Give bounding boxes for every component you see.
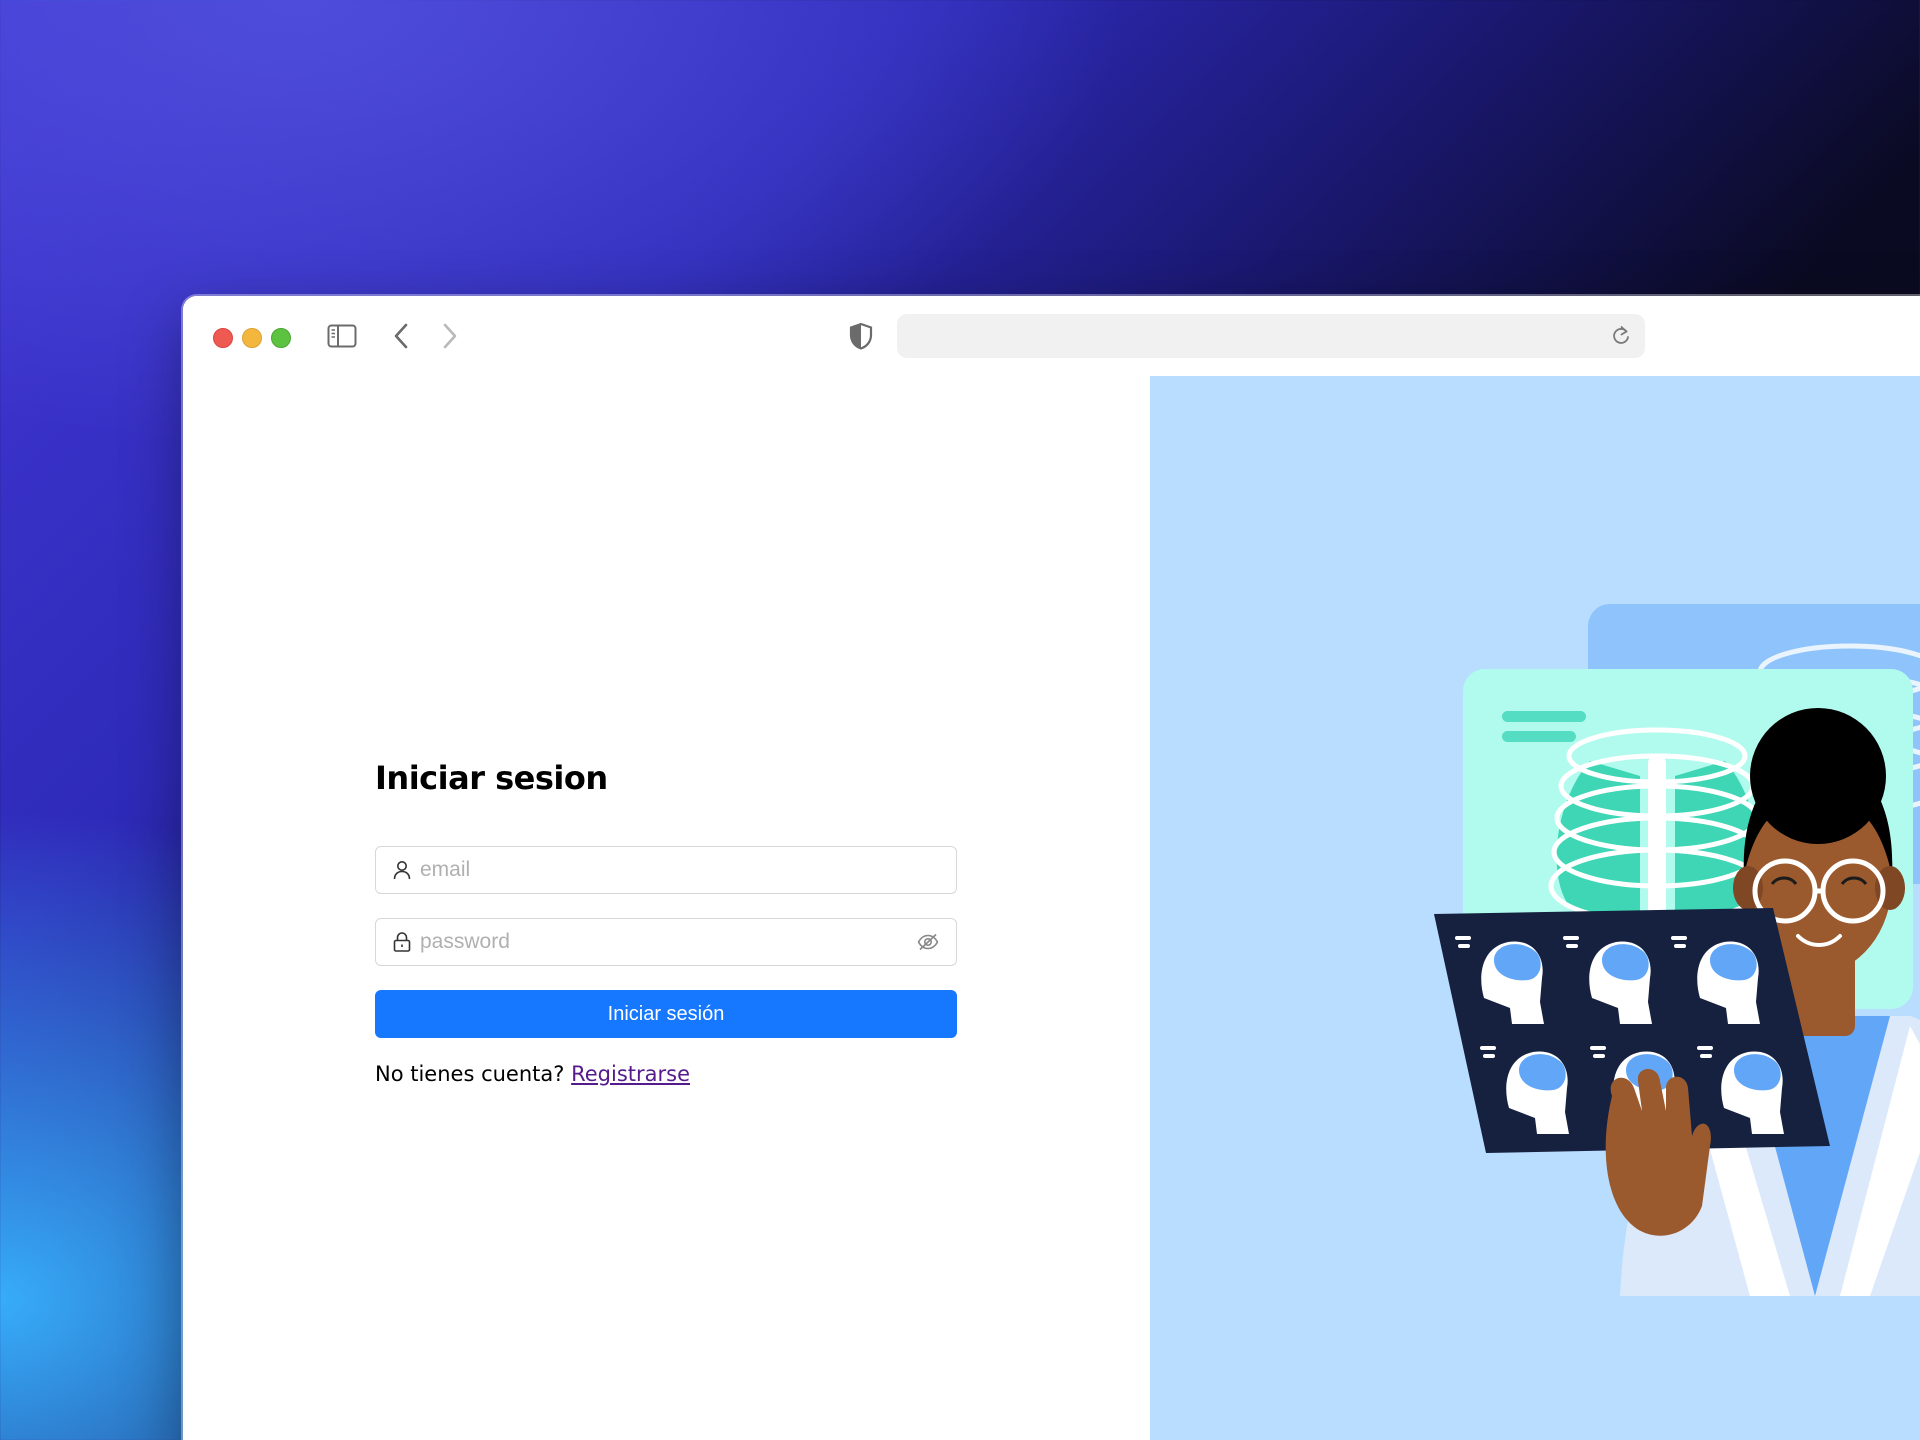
maximize-window-button[interactable] xyxy=(271,328,291,348)
illustration-pane xyxy=(1150,376,1920,1440)
lock-icon xyxy=(392,932,412,952)
reload-icon[interactable] xyxy=(1609,324,1633,348)
signup-prompt: No tienes cuenta? Registrarse xyxy=(375,1060,957,1088)
page-title: Iniciar sesion xyxy=(375,759,608,797)
login-pane: Iniciar sesion email Iniciar sesión No t… xyxy=(183,376,1150,1440)
signup-prompt-text: No tienes cuenta? xyxy=(375,1062,565,1086)
address-bar[interactable] xyxy=(897,314,1645,358)
chevron-right-icon[interactable] xyxy=(436,320,464,352)
page-content: Iniciar sesion email Iniciar sesión No t… xyxy=(183,376,1920,1440)
email-field[interactable] xyxy=(375,846,957,894)
email-input[interactable] xyxy=(420,847,900,893)
doctor-xray-illustration xyxy=(1434,604,1920,1296)
eye-hidden-icon[interactable] xyxy=(916,931,940,953)
user-icon xyxy=(392,860,412,880)
browser-window: Iniciar sesion email Iniciar sesión No t… xyxy=(183,296,1920,1440)
sidebar-icon[interactable] xyxy=(326,322,358,350)
close-window-button[interactable] xyxy=(213,328,233,348)
login-button[interactable]: Iniciar sesión xyxy=(375,990,957,1038)
password-field[interactable] xyxy=(375,918,957,966)
login-form: Iniciar sesion email Iniciar sesión No t… xyxy=(375,758,957,1088)
signup-link[interactable]: Registrarse xyxy=(571,1062,690,1086)
shield-icon[interactable] xyxy=(843,318,879,354)
chevron-left-icon[interactable] xyxy=(387,320,415,352)
browser-toolbar xyxy=(183,296,1920,377)
password-input[interactable] xyxy=(420,919,900,965)
minimize-window-button[interactable] xyxy=(242,328,262,348)
